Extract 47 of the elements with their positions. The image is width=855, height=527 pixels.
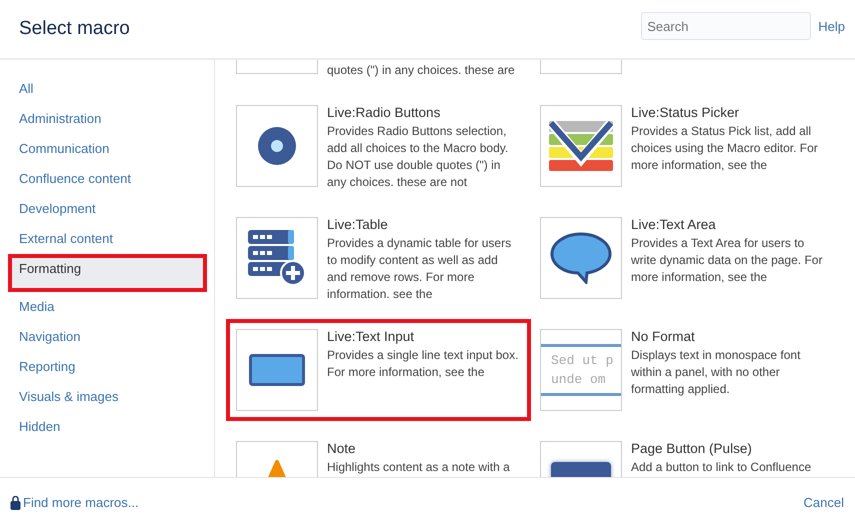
macro-title: Live:Text Input — [327, 329, 416, 344]
category-item[interactable]: Administration — [0, 104, 214, 134]
status-stripes-icon — [549, 121, 613, 171]
macro-title: Page Button (Pulse) — [631, 441, 753, 456]
text-input-icon — [249, 354, 305, 386]
category-item[interactable]: Development — [0, 194, 214, 224]
macro-title: Live:Radio Buttons — [327, 105, 442, 120]
macro-card[interactable]: Note Highlights content as a note with a — [226, 431, 530, 477]
macro-description: Provides a dynamic table for users to modify content as well as add and remove rows. For more information. see the — [327, 235, 512, 303]
macro-card[interactable]: Sed ut p unde om No Format Displays text in monospace font within a panel, with no other formatting applied. — [530, 319, 834, 421]
category-item[interactable]: Formatting — [8, 254, 207, 292]
cancel-link[interactable]: Cancel — [804, 495, 844, 510]
macro-title: Live:Status Picker — [631, 105, 740, 120]
macro-title: Note — [327, 441, 357, 456]
macro-description: Provides a Text Area for users to write dynamic data on the page. For more information, see the — [631, 235, 824, 286]
help-link[interactable]: Help — [818, 18, 845, 34]
macro-description: Highlights content as a note with a — [327, 459, 511, 476]
category-item[interactable]: Hidden — [0, 412, 214, 442]
category-item[interactable]: Reporting — [0, 352, 214, 382]
radio-icon — [257, 126, 297, 166]
macro-description: Provides a single line text input box. For more information, see the — [327, 347, 520, 381]
macro-description: Displays text in monospace font within a panel, with no other formatting applied. — [631, 347, 802, 398]
search-field[interactable]: Search — [641, 12, 812, 40]
category-item[interactable]: All — [0, 74, 214, 104]
macro-description: Add a button to link to Confluence — [631, 459, 812, 476]
category-item[interactable]: Visuals & images — [0, 382, 214, 412]
macro-card[interactable]: Live:Radio Buttons Provides Radio Buttons selection, add all choices to the Macro body. Do NOT use double quotes (") in any choices. these are not — [226, 95, 530, 197]
speech-bubble-icon — [550, 232, 612, 284]
macro-card[interactable]: Page Button (Pulse) Add a button to link to Confluence — [530, 431, 834, 477]
macro-description: Provides Radio Buttons selection, add all choices to the Macro body. Do NOT use double quotes (") in any choices. these are not — [327, 123, 510, 191]
category-item[interactable]: Communication — [0, 134, 214, 164]
monospace-preview: Sed ut p unde om — [541, 344, 621, 396]
macro-card[interactable]: Live:Status Picker Provides a Status Pick list, add all choices using the Macro editor. For more information, see the — [530, 95, 834, 197]
dialog-title: Select macro — [19, 18, 130, 40]
macro-card[interactable]: Live:Text Area Provides a Text Area for users to write dynamic data on the page. For more information, see the — [530, 207, 834, 309]
category-item[interactable]: Media — [0, 292, 214, 322]
macro-title: No Format — [631, 329, 696, 344]
macro-card[interactable]: Live:Table Provides a dynamic table for users to modify content as well as add and remove rows. For more information. see the — [226, 207, 530, 309]
category-item[interactable]: External content — [0, 224, 214, 254]
table-add-icon — [248, 230, 306, 286]
macro-description: Provides a Status Pick list, add all choices using the Macro editor. For more information, see the — [631, 123, 819, 174]
macro-title: Live:Table — [327, 217, 389, 232]
macro-description: quotes (") in any choices. these are — [327, 62, 516, 79]
category-item[interactable]: Navigation — [0, 322, 214, 352]
macro-title: Live:Text Area — [631, 217, 717, 232]
category-item[interactable]: Confluence content — [0, 164, 214, 194]
macro-card[interactable]: Live:Text Input Provides a single line text input box. For more information, see the — [226, 319, 531, 421]
